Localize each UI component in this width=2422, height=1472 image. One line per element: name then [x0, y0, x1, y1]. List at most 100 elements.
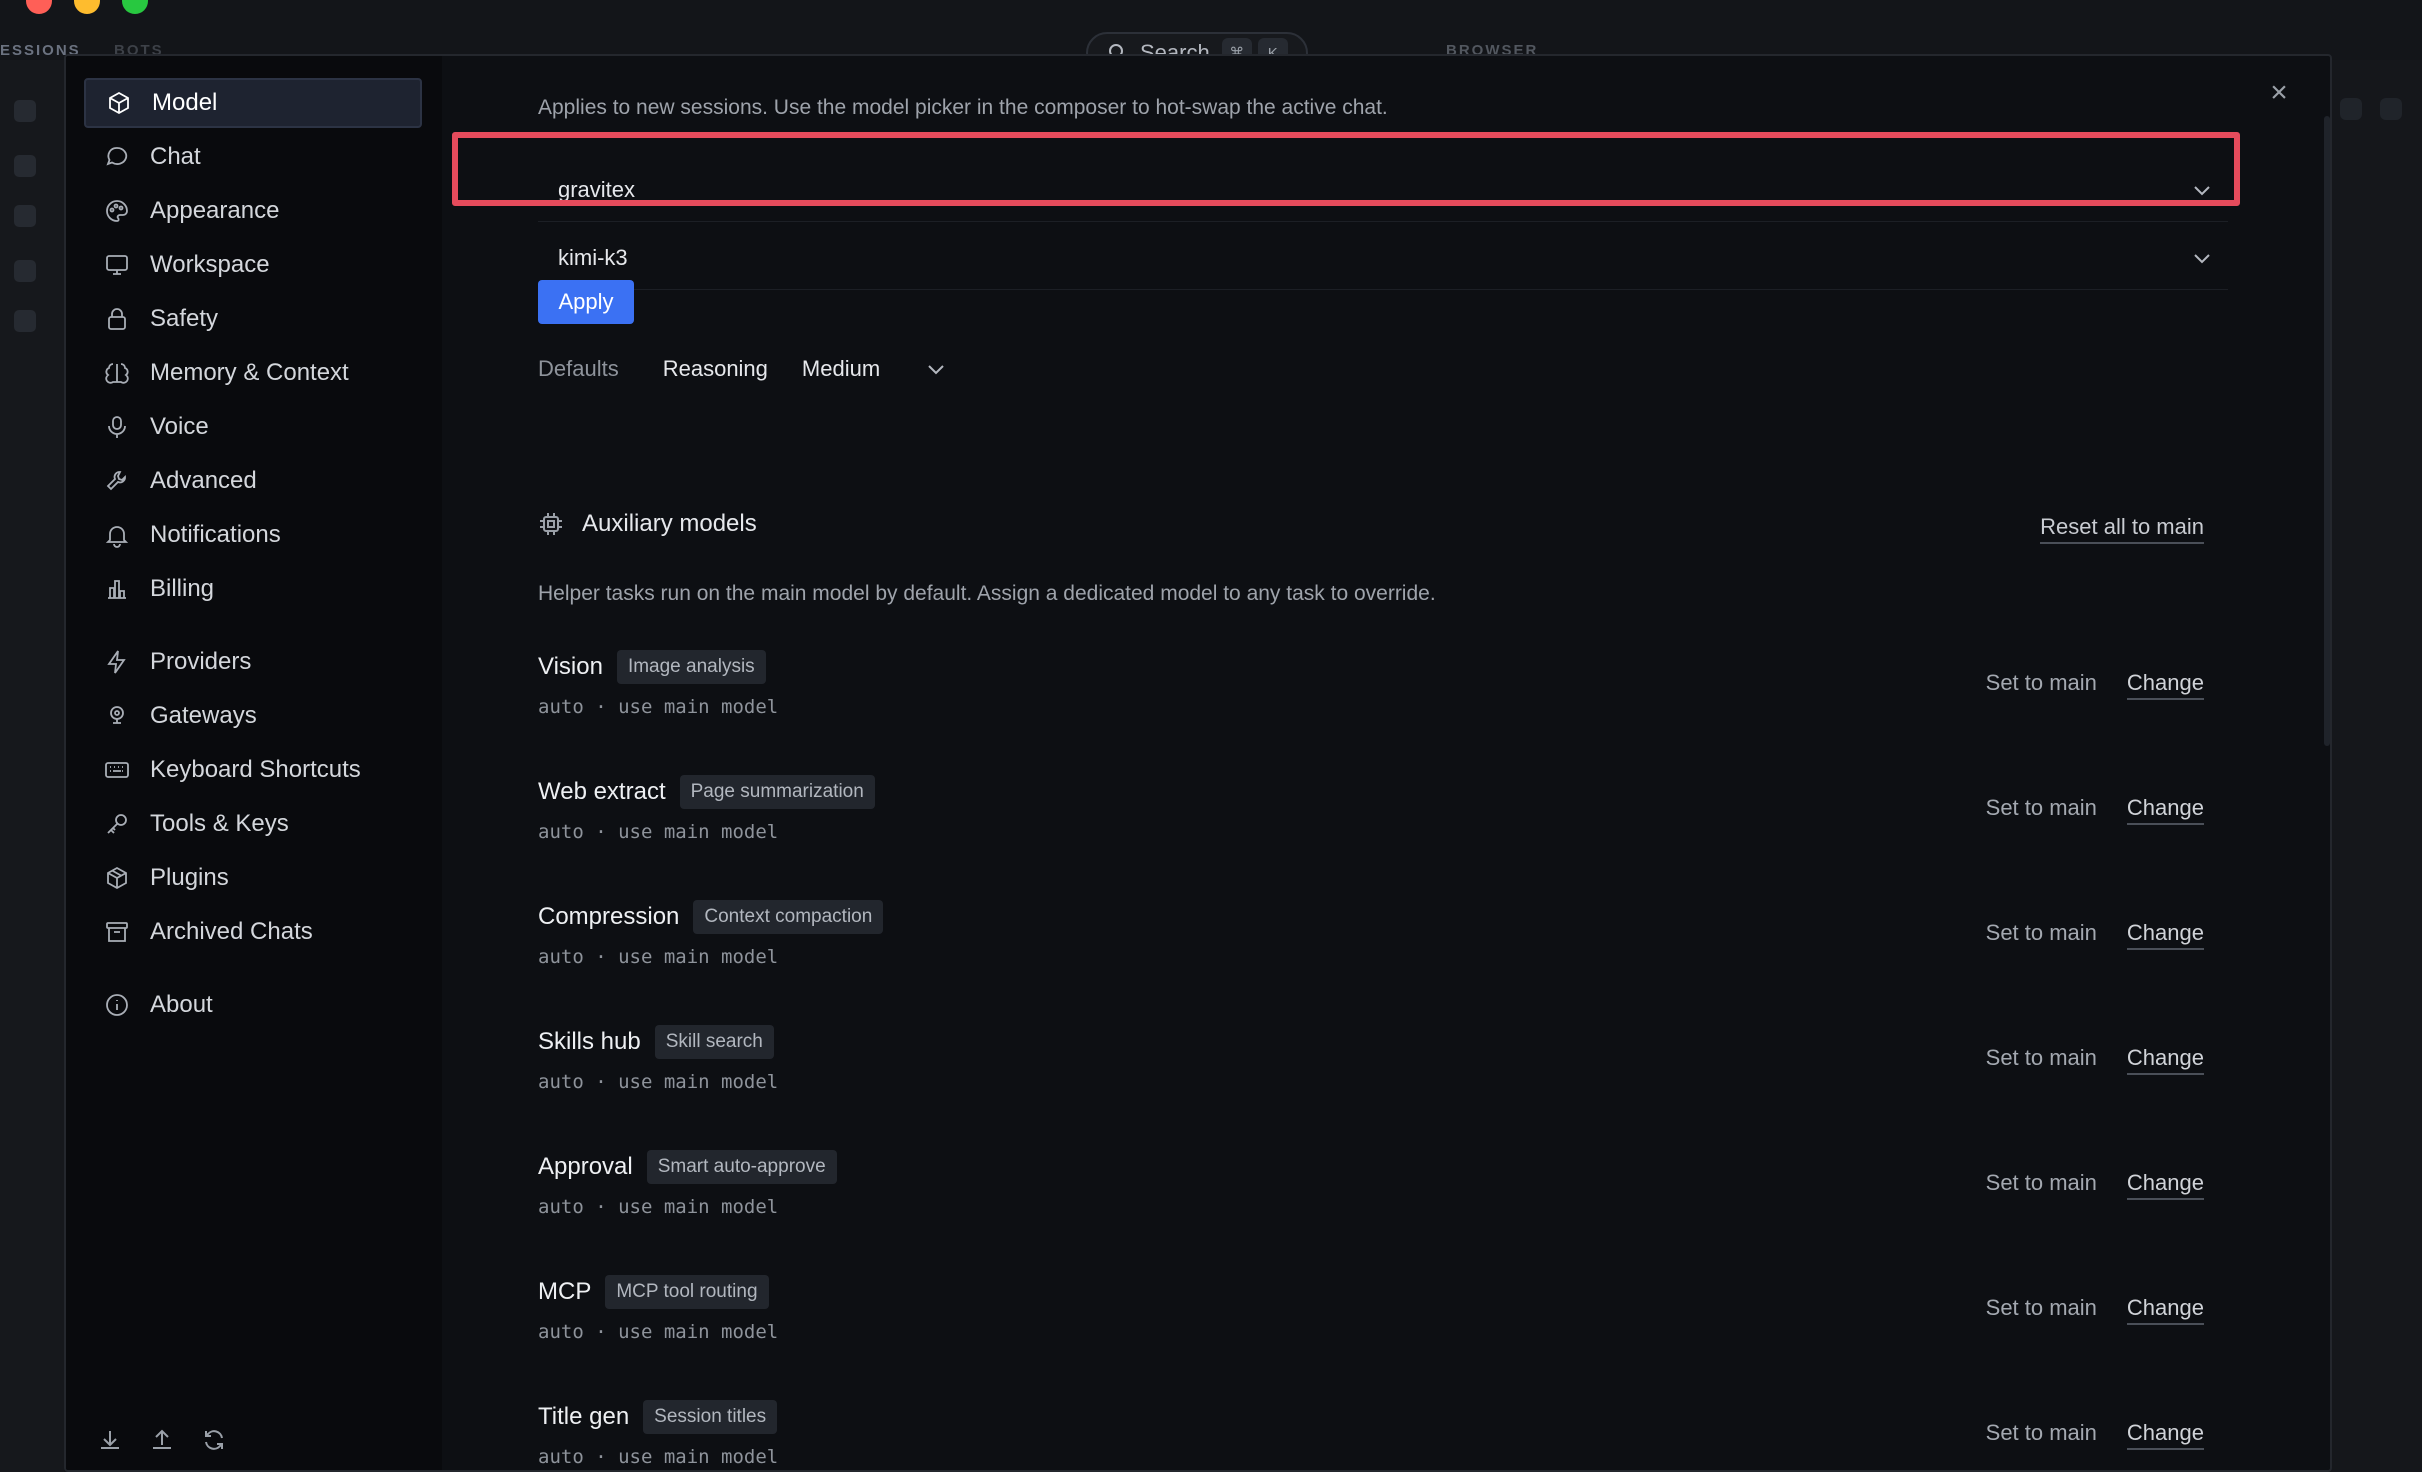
aux-row-title: Title gen Session titles: [538, 1400, 778, 1434]
sidebar-item-voice[interactable]: Voice: [84, 402, 422, 452]
sidebar-item-tools-keys[interactable]: Tools & Keys: [84, 799, 422, 849]
download-icon[interactable]: [96, 1426, 124, 1454]
aux-row-actions: Set to main Change: [1986, 795, 2204, 825]
aux-row-name: Title gen: [538, 1403, 630, 1430]
sidebar-item-plugins[interactable]: Plugins: [84, 853, 422, 903]
background-right-panel: [2330, 60, 2422, 1472]
sidebar-item-providers[interactable]: Providers: [84, 637, 422, 687]
reasoning-select-value: Medium: [801, 356, 881, 381]
sidebar-item-label: Workspace: [150, 250, 270, 278]
aux-row-title: MCP MCP tool routing: [538, 1275, 769, 1309]
model-description: Applies to new sessions. Use the model p…: [538, 96, 1388, 119]
microphone-icon: [108, 416, 126, 439]
package-icon: [107, 867, 127, 890]
aux-row-status: auto · use main model: [538, 1196, 779, 1218]
aux-row-status: auto · use main model: [538, 1446, 779, 1468]
change-button[interactable]: Change: [2126, 1170, 2204, 1200]
model-select[interactable]: kimi-k3: [538, 226, 2228, 290]
background-sidebar: [0, 60, 64, 1472]
defaults-row: Defaults Reasoning Medium: [538, 356, 948, 382]
aux-row-status: auto · use main model: [538, 1321, 779, 1343]
auxiliary-models-header: Auxiliary models: [538, 510, 757, 538]
sidebar-item-notifications[interactable]: Notifications: [84, 510, 422, 560]
set-to-main-button[interactable]: Set to main: [1986, 670, 2097, 700]
zoom-window-button[interactable]: [122, 0, 148, 14]
set-to-main-button[interactable]: Set to main: [1986, 1045, 2097, 1075]
sidebar-item-label: Providers: [150, 647, 252, 675]
aux-row-tag: Context compaction: [693, 900, 884, 934]
sidebar-item-gateways[interactable]: Gateways: [84, 691, 422, 741]
sidebar-item-about[interactable]: About: [84, 980, 422, 1030]
pin-icon: [110, 706, 124, 724]
sidebar-item-appearance[interactable]: Appearance: [84, 186, 422, 236]
aux-row-status: auto · use main model: [538, 696, 779, 718]
sidebar-item-advanced[interactable]: Advanced: [84, 456, 422, 506]
aux-row-mcp: MCP MCP tool routing auto · use main model…: [538, 1275, 2204, 1365]
key-icon: [107, 814, 127, 834]
change-button[interactable]: Change: [2126, 1420, 2204, 1450]
aux-row-status: auto · use main model: [538, 1071, 779, 1093]
sidebar-item-memory-context[interactable]: Memory & Context: [84, 348, 422, 398]
set-to-main-button[interactable]: Set to main: [1986, 1420, 2097, 1450]
change-button[interactable]: Change: [2126, 795, 2204, 825]
set-to-main-button[interactable]: Set to main: [1986, 1170, 2097, 1200]
sidebar-item-label: Billing: [150, 575, 215, 603]
aux-row-name: Compression: [538, 903, 680, 930]
minimize-window-button[interactable]: [74, 0, 100, 14]
sidebar-item-workspace[interactable]: Workspace: [84, 240, 422, 290]
sidebar-item-label: Voice: [150, 413, 209, 441]
reset-all-link[interactable]: Reset all to main: [2040, 514, 2204, 544]
upload-icon[interactable]: [148, 1426, 176, 1454]
aux-row-actions: Set to main Change: [1986, 1295, 2204, 1325]
auxiliary-description: Helper tasks run on the main model by de…: [538, 582, 1436, 605]
aux-row-web-extract: Web extract Page summarization auto · use …: [538, 775, 2204, 865]
highlight-box: [452, 132, 2240, 206]
sidebar-item-label: Notifications: [150, 521, 281, 549]
sidebar-item-label: Gateways: [150, 701, 257, 729]
set-to-main-button[interactable]: Set to main: [1986, 795, 2097, 825]
aux-row-name: Web extract: [538, 778, 666, 805]
aux-row-tag: MCP tool routing: [605, 1275, 769, 1309]
apply-button[interactable]: Apply: [538, 280, 634, 324]
monitor-icon: [106, 254, 128, 275]
aux-row-name: Approval: [538, 1153, 633, 1180]
sidebar-item-chat[interactable]: Chat: [84, 132, 422, 182]
aux-row-title: Web extract Page summarization: [538, 775, 875, 809]
sidebar-item-billing[interactable]: Billing: [84, 564, 422, 614]
sidebar-item-safety[interactable]: Safety: [84, 294, 422, 344]
change-button[interactable]: Change: [2126, 1045, 2204, 1075]
sidebar-item-archived-chats[interactable]: Archived Chats: [84, 907, 422, 957]
scrollbar[interactable]: [2324, 116, 2330, 746]
close-icon[interactable]: ×: [2264, 78, 2294, 108]
sidebar-item-label: About: [150, 990, 213, 1018]
sidebar-item-label: Keyboard Shortcuts: [150, 756, 361, 784]
sidebar-item-label: Archived Chats: [150, 918, 313, 946]
sidebar-item-keyboard-shortcuts[interactable]: Keyboard Shortcuts: [84, 745, 422, 795]
change-button[interactable]: Change: [2126, 920, 2204, 950]
refresh-icon[interactable]: [200, 1426, 228, 1454]
reasoning-label: Reasoning: [662, 356, 768, 381]
aux-row-title: Approval Smart auto-approve: [538, 1150, 837, 1184]
auxiliary-models-title: Auxiliary models: [582, 510, 757, 537]
aux-row-tag: Session titles: [643, 1400, 778, 1434]
archive-icon: [106, 922, 128, 943]
sidebar-item-label: Safety: [150, 304, 219, 332]
bar-chart-icon: [108, 580, 126, 600]
close-window-button[interactable]: [26, 0, 52, 14]
bell-icon: [105, 526, 129, 549]
aux-row-actions: Set to main Change: [1986, 920, 2204, 950]
cube-icon: [109, 91, 129, 114]
sidebar-item-model[interactable]: Model: [84, 77, 422, 128]
aux-row-title: Vision Image analysis: [538, 650, 766, 684]
reasoning-select[interactable]: Medium: [802, 356, 948, 382]
set-to-main-button[interactable]: Set to main: [1986, 1295, 2097, 1325]
keyboard-icon: [105, 762, 129, 778]
change-button[interactable]: Change: [2126, 670, 2204, 700]
aux-row-tag: Image analysis: [616, 650, 766, 684]
set-to-main-button[interactable]: Set to main: [1986, 920, 2097, 950]
aux-row-actions: Set to main Change: [1986, 1045, 2204, 1075]
sidebar-item-label: Memory & Context: [150, 359, 349, 386]
aux-row-title: Skills hub Skill search: [538, 1025, 774, 1059]
change-button[interactable]: Change: [2126, 1295, 2204, 1325]
palette-icon: [106, 199, 128, 222]
